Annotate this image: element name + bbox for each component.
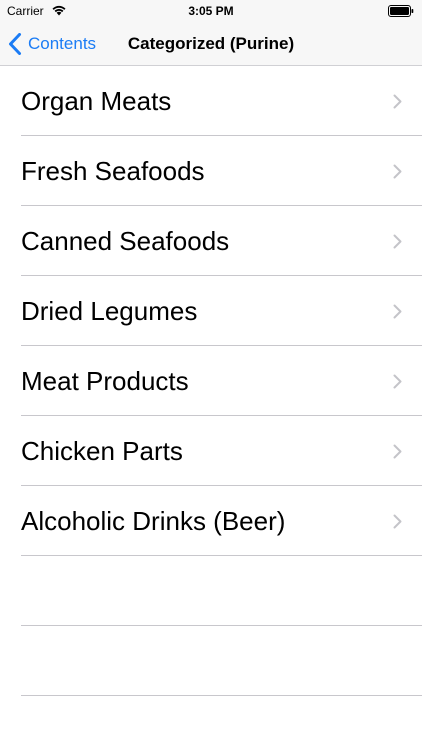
list-item-label: Chicken Parts: [21, 435, 183, 466]
back-button[interactable]: Contents: [8, 22, 96, 66]
chevron-right-icon: [393, 374, 402, 388]
status-time: 3:05 PM: [188, 4, 234, 18]
chevron-right-icon: [393, 164, 402, 178]
category-list: Organ Meats Fresh Seafoods Canned Seafoo…: [0, 66, 422, 696]
chevron-right-icon: [393, 514, 402, 528]
chevron-left-icon: [9, 33, 21, 55]
status-bar: Carrier 3:05 PM: [0, 0, 422, 22]
row-separator: [21, 695, 422, 696]
back-button-label: Contents: [28, 34, 97, 53]
list-item-label: Organ Meats: [21, 85, 172, 116]
list-item-organ-meats[interactable]: Organ Meats: [0, 66, 422, 136]
list-item-label: Alcoholic Drinks (Beer): [21, 505, 286, 536]
chevron-right-icon: [393, 444, 402, 458]
list-item-alcoholic-drinks-beer[interactable]: Alcoholic Drinks (Beer): [0, 486, 422, 556]
chevron-right-icon: [393, 304, 402, 318]
list-item-dried-legumes[interactable]: Dried Legumes: [0, 276, 422, 346]
battery-icon: [388, 5, 414, 17]
navigation-bar: Categorized (Purine) Contents: [0, 22, 422, 66]
chevron-right-icon: [393, 234, 402, 248]
list-item-label: Meat Products: [21, 365, 189, 396]
list-item-label: Fresh Seafoods: [21, 155, 205, 186]
list-item-label: Canned Seafoods: [21, 225, 230, 256]
list-item-meat-products[interactable]: Meat Products: [0, 346, 422, 416]
empty-row: [0, 626, 422, 696]
list-item-label: Dried Legumes: [21, 295, 198, 326]
chevron-right-icon: [393, 94, 402, 108]
list-item-chicken-parts[interactable]: Chicken Parts: [0, 416, 422, 486]
empty-row: [0, 556, 422, 626]
list-item-fresh-seafoods[interactable]: Fresh Seafoods: [0, 136, 422, 206]
list-item-canned-seafoods[interactable]: Canned Seafoods: [0, 206, 422, 276]
